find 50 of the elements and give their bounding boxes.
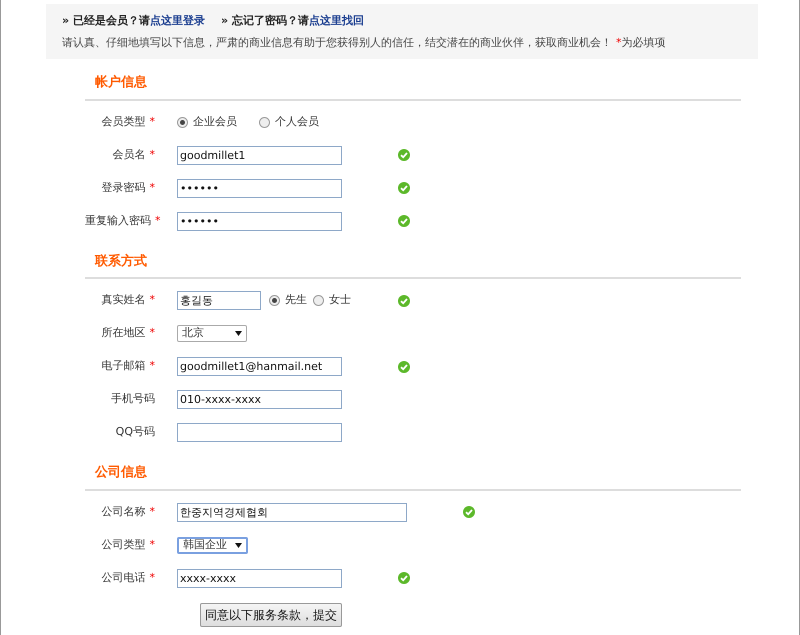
field-label: 登录密码: [102, 180, 146, 194]
section-title: 帐户信息: [94, 74, 148, 92]
required-mark: *: [150, 504, 155, 518]
field-label: 公司电话: [102, 570, 146, 584]
field-label: 电子邮箱: [102, 359, 146, 372]
required-mark: *: [150, 293, 155, 306]
text-field[interactable]: 홍길동: [177, 291, 261, 310]
text-field[interactable]: [177, 423, 342, 442]
field-label: 手机号码: [111, 392, 155, 406]
text-field[interactable]: xxxx-xxxx: [177, 568, 342, 588]
required-mark: *: [150, 180, 155, 194]
required-mark: *: [150, 538, 155, 551]
text-field[interactable]: 010-xxxx-xxxx: [177, 390, 342, 409]
section-title: 联系方式: [94, 252, 148, 270]
required-mark: *: [150, 570, 155, 584]
text-link[interactable]: 点这里登录: [150, 14, 205, 27]
intro-text: 请认真、仔细地填写以下信息，严肃的商业信息有助于您获得别人的信任，结交潜在的商业伙伴，获取商业机会！: [62, 36, 612, 48]
prompt-text: » 已经是会员？请: [62, 14, 150, 27]
required-mark: *: [150, 148, 155, 161]
field-label: 公司类型: [102, 538, 146, 551]
radio-option[interactable]: 个人会员: [259, 114, 319, 130]
field-label: 所在地区: [102, 326, 146, 340]
text-field[interactable]: ••••••: [177, 178, 342, 198]
dropdown-arrow-icon: [235, 331, 242, 336]
section-title: 公司信息: [94, 464, 148, 482]
radio-option[interactable]: 先生: [269, 292, 307, 309]
text-field[interactable]: goodmillet1@hanmail.net: [177, 357, 342, 376]
submit-button[interactable]: 同意以下服务条款，提交: [200, 602, 342, 626]
radio-option[interactable]: 企业会员: [177, 114, 237, 130]
text-link[interactable]: 点这里找回: [308, 14, 364, 27]
required-mark: *: [150, 114, 155, 128]
text-field[interactable]: ••••••: [177, 212, 342, 230]
field-label: 会员名: [112, 148, 146, 161]
dropdown[interactable]: 韩国企业: [177, 536, 248, 554]
field-label: 会员类型: [102, 114, 146, 128]
dropdown-arrow-icon: [235, 542, 242, 548]
text-field[interactable]: goodmillet1: [177, 146, 342, 164]
required-mark: *: [616, 36, 622, 48]
prompt-text: » 忘记了密码？请: [220, 14, 309, 27]
radio-option[interactable]: 女士: [313, 292, 351, 309]
required-mark: *: [150, 359, 155, 372]
required-mark: *: [155, 214, 160, 227]
field-label: 公司名称: [102, 504, 146, 518]
dropdown[interactable]: 北京: [177, 325, 247, 342]
field-label: 重复输入密码: [85, 214, 151, 227]
field-label: 真实姓名: [102, 293, 146, 306]
required-mark: *: [150, 326, 155, 340]
required-note: 为必填项: [622, 36, 666, 48]
field-label: QQ号码: [116, 425, 155, 438]
text-field[interactable]: 한중지역경제협회: [177, 502, 407, 522]
